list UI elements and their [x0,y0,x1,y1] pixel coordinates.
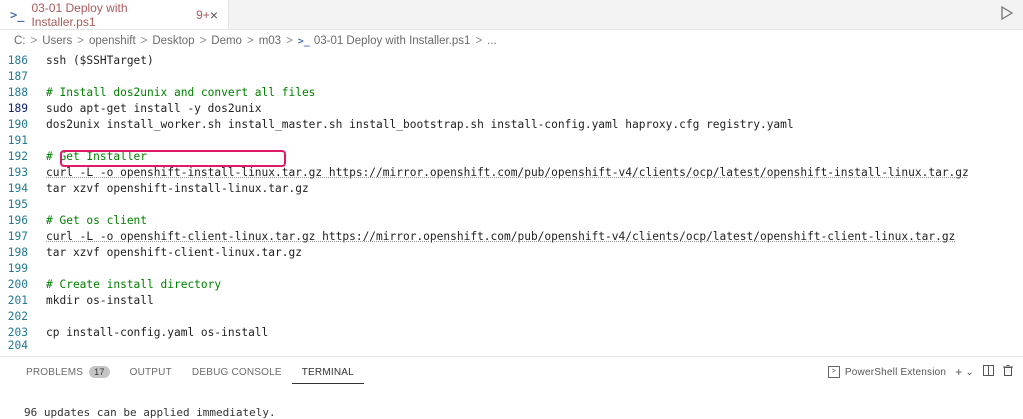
code-comment: # Create install directory [46,277,222,291]
breadcrumb-item[interactable]: Users [42,35,72,47]
terminal-shell-label[interactable]: PowerShell Extension [845,367,946,378]
breadcrumb-item[interactable]: m03 [259,35,281,47]
tab-terminal[interactable]: TERMINAL [291,361,364,384]
problems-count-badge: 17 [89,366,110,378]
line-number: 198 [7,245,28,259]
line-number: 187 [7,69,28,83]
chevron-right-icon: > [140,35,148,47]
code-line-active[interactable]: 189 sudo apt-get install -y dos2unix [0,100,1023,116]
code-text: curl -L -o openshift-client-linux.tar.gz… [46,229,956,243]
highlight-annotation [60,150,286,167]
line-number: 196 [7,213,28,227]
chevron-right-icon: > [77,35,84,47]
code-line[interactable]: 197 curl -L -o openshift-client-linux.ta… [0,228,1023,244]
code-line[interactable]: 187 [0,68,1023,84]
tab-bar: >_ 03-01 Deploy with Installer.ps1 9+ × [0,0,1023,30]
chevron-right-icon: > [475,35,483,47]
code-line[interactable]: 200 # Create install directory [0,276,1023,292]
line-number: 191 [7,133,28,147]
code-text: ssh ($SSHTarget) [46,53,154,67]
line-number: 204 [7,338,28,352]
code-text: cp install-config.yaml os-install [46,325,269,339]
terminal-output[interactable]: 96 updates can be applied immediately. [0,386,1023,419]
code-text: curl -L -o openshift-install-linux.tar.g… [46,165,969,179]
breadcrumb-ellipsis[interactable]: ... [487,35,497,47]
code-line[interactable]: 201 mkdir os-install [0,292,1023,308]
tab-terminal-label: TERMINAL [301,366,354,378]
close-icon[interactable]: × [210,7,218,23]
breadcrumb: C: > Users > openshift > Desktop > Demo > m03… [0,30,1023,52]
run-icon[interactable] [1001,5,1015,22]
line-number: 199 [7,261,28,275]
panel-actions: > PowerShell Extension + ⌄ [827,357,1013,387]
code-line[interactable]: 191 [0,132,1023,148]
terminal-line: 96 updates can be applied immediately. [24,406,276,419]
chevron-right-icon: > [30,35,38,47]
chevron-right-icon: > [286,35,293,47]
line-number: 192 [7,149,28,163]
code-line[interactable]: 186 ssh ($SSHTarget) [0,52,1023,68]
tab-problems-label: PROBLEMS [26,366,84,378]
line-number: 189 [7,101,28,115]
line-number: 203 [7,325,28,339]
tab-debug-console[interactable]: DEBUG CONSOLE [182,357,292,387]
line-number: 202 [7,309,28,323]
trash-icon[interactable] [1003,365,1013,379]
tab-problems[interactable]: PROBLEMS 17 [0,357,120,387]
powershell-icon: >_ [10,7,25,22]
chevron-right-icon: > [199,35,207,47]
code-comment: # Get os client [46,213,148,227]
code-line[interactable]: 198 tar xzvf openshift-client-linux.tar.… [0,244,1023,260]
tab-output-label: OUTPUT [129,366,172,378]
code-line[interactable]: 204 [0,338,1023,352]
split-terminal-icon[interactable] [983,365,994,379]
line-number: 195 [7,197,28,211]
chevron-down-icon[interactable]: ⌄ [965,367,974,378]
breadcrumb-item[interactable]: C: [14,35,26,47]
code-text: dos2unix install_worker.sh install_maste… [46,117,794,131]
code-line[interactable]: 199 [0,260,1023,276]
line-number: 200 [7,277,28,291]
line-number: 194 [7,181,28,195]
panel-tab-bar: PROBLEMS 17 OUTPUT DEBUG CONSOLE TERMINA… [0,356,1023,387]
code-line[interactable]: 196 # Get os client [0,212,1023,228]
tab-problem-count: 9+ [196,7,210,22]
code-line[interactable]: 188 # Install dos2unix and convert all f… [0,84,1023,100]
tab-debug-console-label: DEBUG CONSOLE [191,366,282,378]
code-text: tar xzvf openshift-install-linux.tar.gz [46,181,309,195]
tab-title: 03-01 Deploy with Installer.ps1 [31,0,128,29]
line-number: 193 [7,165,28,179]
line-number: 197 [7,229,28,243]
code-line[interactable]: 203 cp install-config.yaml os-install [0,324,1023,340]
line-number: 201 [7,293,28,307]
code-text: tar xzvf openshift-client-linux.tar.gz [46,245,302,259]
breadcrumb-file[interactable]: 03-01 Deploy with Installer.ps1 [314,35,471,47]
terminal-shell-icon: > [827,366,840,378]
line-number: 188 [7,85,28,99]
tab-output[interactable]: OUTPUT [120,357,182,387]
chevron-right-icon: > [246,35,254,47]
code-line[interactable]: 190 dos2unix install_worker.sh install_m… [0,116,1023,132]
line-number: 186 [7,53,28,67]
breadcrumb-item[interactable]: Demo [211,35,242,47]
breadcrumb-item[interactable]: openshift [89,35,136,47]
code-comment: # Install dos2unix and convert all files [46,85,316,99]
code-text: sudo apt-get install -y dos2unix [46,101,262,115]
code-text: mkdir os-install [46,293,154,307]
powershell-icon: >_ [297,35,310,47]
breadcrumb-item[interactable]: Desktop [152,35,194,47]
code-line[interactable]: 195 [0,196,1023,212]
code-editor[interactable]: 186 ssh ($SSHTarget) 187 188 # Install d… [0,52,1023,352]
add-terminal-icon[interactable]: + [955,365,962,379]
code-line[interactable]: 194 tar xzvf openshift-install-linux.tar… [0,180,1023,196]
editor-tab[interactable]: >_ 03-01 Deploy with Installer.ps1 9+ × [0,0,229,29]
line-number: 190 [7,117,28,131]
code-line[interactable]: 202 [0,308,1023,324]
